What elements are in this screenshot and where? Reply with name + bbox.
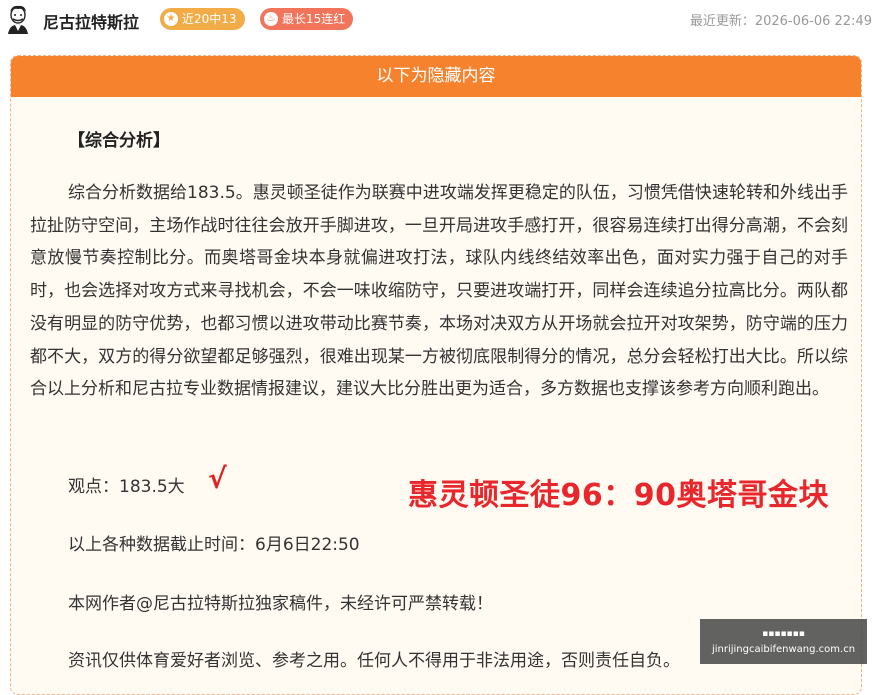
star-icon: ★ — [164, 12, 178, 26]
flame-icon: ♨ — [264, 12, 278, 26]
copyright-notice: 本网作者@尼古拉特斯拉独家稿件，未经许可严禁转载！ — [68, 594, 493, 614]
analysis-paragraph: 综合分析数据给183.5。惠灵顿圣徒作为联赛中进攻端发挥更稳定的队伍，习惯凭借快… — [30, 183, 848, 400]
hidden-content-title: 以下为隐藏内容 — [11, 56, 861, 97]
disclaimer-text: 资讯仅供体育爱好者浏览、参考之用。任何人不得用于非法用途，否则责任自负。 — [68, 651, 680, 671]
streak-badge: ♨ 最长15连红 — [260, 8, 354, 30]
recent-record-label: 近20中13 — [182, 12, 237, 26]
streak-label: 最长15连红 — [282, 12, 346, 26]
check-mark: √ — [208, 462, 227, 495]
watermark-top-text: ▪▪▪▪▪▪▪ — [762, 629, 805, 639]
opinion-line: 观点：183.5大 — [68, 477, 185, 497]
site-watermark: ▪▪▪▪▪▪▪ jinrijingcaibifenwang.com.cn — [700, 619, 867, 664]
recent-record-badge: ★ 近20中13 — [160, 8, 245, 30]
section-title: 【综合分析】 — [68, 131, 170, 151]
data-cutoff-time: 以上各种数据截止时间：6月6日22:50 — [68, 535, 360, 555]
author-avatar[interactable] — [4, 4, 32, 34]
article-header: 尼古拉特斯拉 ★ 近20中13 ♨ 最长15连红 最近更新：2026-06-06… — [0, 0, 878, 40]
watermark-site: jinrijingcaibifenwang.com.cn — [711, 644, 856, 655]
author-name[interactable]: 尼古拉特斯拉 — [43, 9, 139, 33]
final-score: 惠灵顿圣徒96：90奥塔哥金块 — [408, 478, 829, 513]
last-updated: 最近更新：2026-06-06 22:49 — [689, 14, 872, 29]
